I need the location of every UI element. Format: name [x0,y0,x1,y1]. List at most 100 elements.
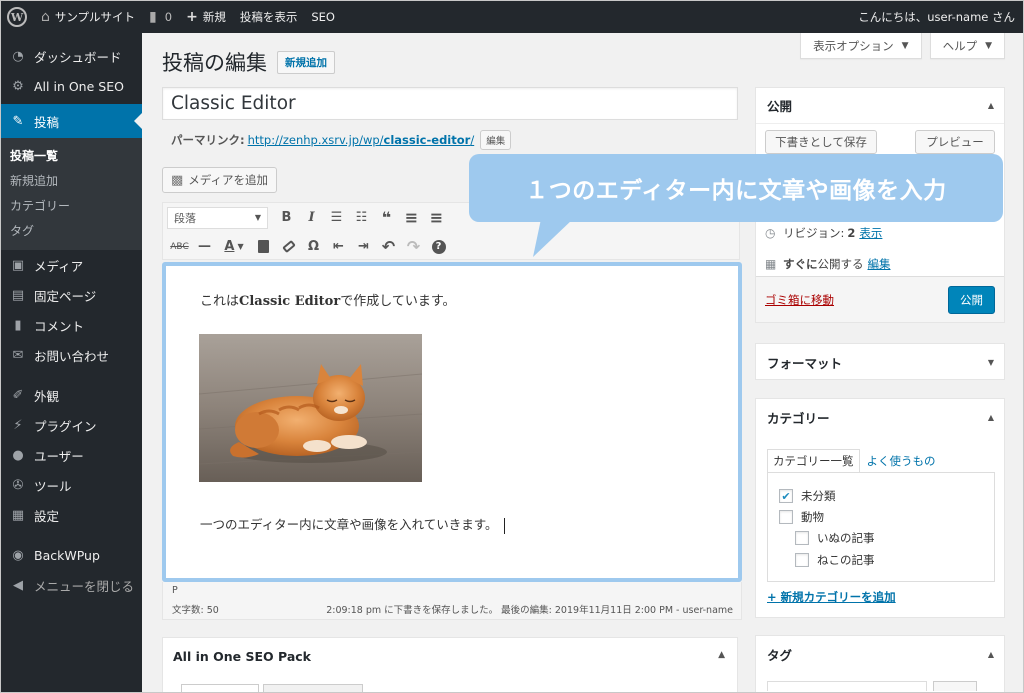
sidebar-item-settings[interactable]: ▦ 設定 [1,500,142,530]
aioseo-metabox-title[interactable]: All in One SEO Pack [163,638,737,674]
tab-most-used[interactable]: よく使うもの [860,449,941,473]
publish-box-header[interactable]: 公開 ▲ [756,88,1004,124]
cat-image[interactable] [199,334,422,482]
schedule-edit-link[interactable]: 編集 [868,256,891,272]
sidebar-item-label: お問い合わせ [34,348,110,364]
plus-icon: + [186,9,198,25]
word-count: 文字数: 50 [172,605,219,616]
bullet-list-button[interactable]: ☰ [324,206,349,230]
category-item[interactable]: ✔ 未分類 [779,488,836,504]
checkbox[interactable] [795,531,809,545]
submenu-add-new[interactable]: 新規追加 [1,168,142,193]
caret-down-icon: ▼ [237,242,244,251]
category-item[interactable]: 動物 [779,509,824,525]
align-center-button[interactable]: ≡ [424,206,449,230]
format-select[interactable]: 段落 ▼ [167,206,268,229]
sidebar-item-label: プラグイン [34,418,97,434]
save-draft-button[interactable]: 下書きとして保存 [765,130,877,154]
permalink-link[interactable]: http://zenhp.xsrv.jp/wp/classic-editor/ [248,133,475,147]
screen-options-button[interactable]: 表示オプション ▼ [800,33,922,59]
sidebar-item-aioseo[interactable]: ⚙ All in One SEO [1,71,142,101]
permalink-slug: classic-editor [383,133,471,147]
horizontal-rule-button[interactable]: — [192,235,217,259]
seo-link[interactable]: SEO [304,1,342,33]
edit-permalink-button[interactable]: 編集 [480,130,512,150]
numbered-list-button[interactable]: ☷ [349,206,374,230]
align-left-button[interactable]: ≡ [399,206,424,230]
checkbox[interactable] [795,553,809,567]
outdent-button[interactable]: ⇤ [326,235,351,259]
sidebar-item-pages[interactable]: ▤ 固定ページ [1,280,142,310]
post-title-input[interactable]: Classic Editor [162,87,738,120]
add-tag-button[interactable] [933,681,977,691]
home-icon: ⌂ [41,9,50,25]
checkbox-checked[interactable]: ✔ [779,489,793,503]
publish-button[interactable]: 公開 [948,286,995,314]
sidebar-item-tools[interactable]: ✇ ツール [1,470,142,500]
schedule-bold: すぐに [783,257,818,271]
editor-content-area[interactable]: これはClassic Editorで作成しています。 一つのエディター内に文章や… [162,262,742,582]
tab-all-categories[interactable]: カテゴリー一覧 [767,449,860,473]
clear-formatting-button[interactable] [276,235,301,259]
add-new-button[interactable]: 新規追加 [277,50,335,74]
special-character-button[interactable]: Ω [301,235,326,259]
sidebar-item-appearance[interactable]: ✐ 外観 [1,380,142,410]
sidebar-item-contact[interactable]: ✉ お問い合わせ [1,340,142,370]
sidebar-item-backwpup[interactable]: ◉ BackWPup [1,540,142,570]
schedule-text: 公開する [817,257,864,271]
element-path[interactable]: P [172,585,178,596]
seo-tab-1[interactable] [181,684,259,692]
preview-button[interactable]: プレビュー [915,130,995,154]
indent-button[interactable]: ⇥ [351,235,376,259]
submenu-categories[interactable]: カテゴリー [1,193,142,218]
text-cursor [503,517,505,534]
category-item[interactable]: いぬの記事 [795,530,875,546]
redo-button[interactable]: ↷ [401,235,426,259]
paste-text-button[interactable] [251,235,276,259]
permalink-prefix: http://zenhp.xsrv.jp/wp/ [247,133,384,147]
caret-down-icon: ▼ [254,213,261,222]
sidebar-item-posts[interactable]: ✎ 投稿 [1,104,142,138]
user-icon: ● [12,447,24,463]
site-name-link[interactable]: ⌂ サンプルサイト [34,1,142,33]
add-media-button[interactable]: ▩ メディアを追加 [162,167,277,193]
account-greeting[interactable]: こんにちは、user-name さん [851,1,1023,33]
wp-logo-button[interactable]: W [1,1,34,33]
new-content-link[interactable]: + 新規 [179,1,233,33]
sidebar-item-plugins[interactable]: ⚡ プラグイン [1,410,142,440]
help-button[interactable]: ヘルプ ▼ [929,33,1005,59]
revisions-link[interactable]: 表示 [859,225,882,241]
text-color-button[interactable]: A ▼ [217,235,251,259]
checkbox[interactable] [779,510,793,524]
italic-button[interactable]: I [299,206,324,230]
submenu-all-posts[interactable]: 投稿一覧 [1,143,142,168]
sidebar-item-dashboard[interactable]: ◔ ダッシュボード [1,41,142,71]
keyboard-shortcuts-button[interactable]: ? [426,235,451,259]
sidebar-item-users[interactable]: ● ユーザー [1,440,142,470]
sidebar-item-comments[interactable]: ▮ コメント [1,310,142,340]
blockquote-button[interactable]: ❝ [374,206,399,230]
move-to-trash-link[interactable]: ゴミ箱に移動 [765,292,834,308]
bold-button[interactable]: B [274,206,299,230]
sidebar-item-label: 外観 [34,388,60,404]
undo-button[interactable]: ↶ [376,235,401,259]
add-new-category-link[interactable]: + 新規カテゴリーを追加 [767,589,896,605]
strikethrough-button[interactable]: ABC [167,235,192,259]
tag-input[interactable] [767,681,927,691]
sidebar-item-label: メニューを閉じる [34,578,135,594]
sidebar-item-media[interactable]: ▣ メディア [1,250,142,280]
submenu-tags[interactable]: タグ [1,218,142,243]
pushpin-icon: ✎ [12,113,24,129]
page-header: 投稿の編集 新規追加 [162,47,335,77]
category-box-header[interactable]: カテゴリー ▲ [756,399,1004,435]
collapse-menu-button[interactable]: ◀ メニューを閉じる [1,570,142,600]
plug-icon: ⚡ [13,417,23,433]
comments-link[interactable]: ▮ 0 [142,1,179,33]
schedule-row: ▦ すぐに 公開する 編集 [765,256,891,272]
view-post-link[interactable]: 投稿を表示 [233,1,305,33]
seo-tab-2[interactable] [263,684,363,692]
toggle-up-icon[interactable]: ▲ [718,650,725,660]
category-item[interactable]: ねこの記事 [795,552,875,568]
tag-box-header[interactable]: タグ ▲ [756,636,1004,672]
format-box-header[interactable]: フォーマット ▼ [756,344,1004,380]
